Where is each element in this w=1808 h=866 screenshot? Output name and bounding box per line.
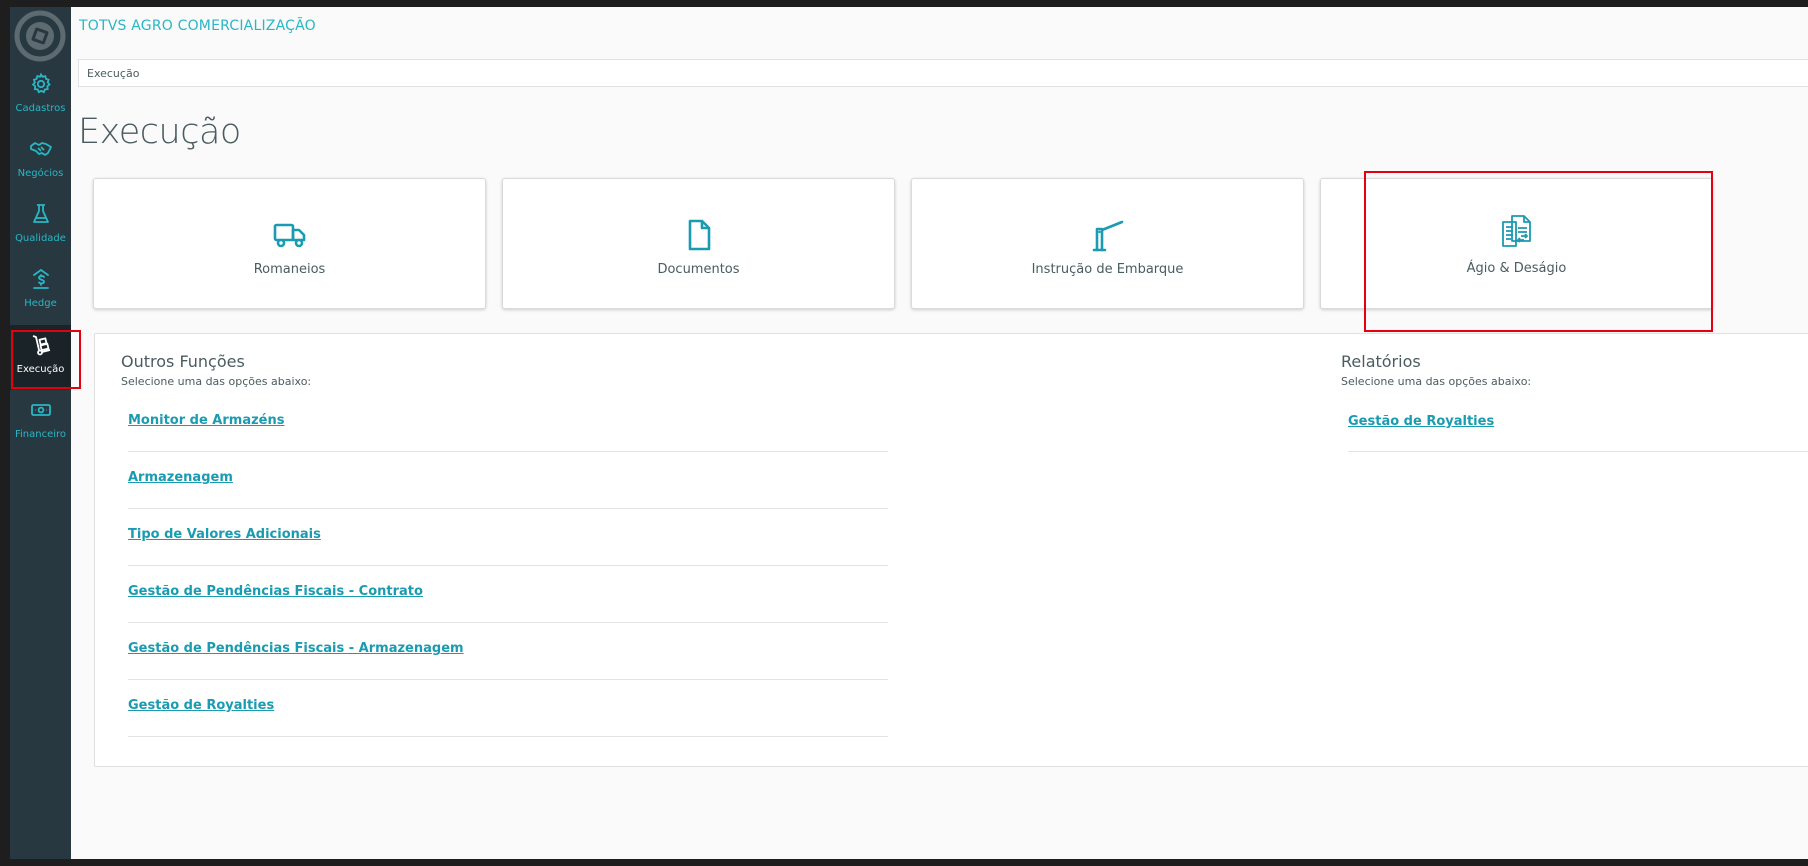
flask-icon bbox=[33, 204, 49, 223]
totvs-logo-icon[interactable] bbox=[14, 10, 66, 62]
breadcrumb: Execução bbox=[78, 59, 1808, 87]
link-tipo-de-valores-adicionais[interactable]: Tipo de Valores Adicionais bbox=[128, 527, 321, 542]
gear-icon bbox=[31, 72, 51, 94]
document-icon bbox=[688, 219, 710, 251]
sidebar-item-negocios[interactable]: Negócios bbox=[10, 129, 71, 194]
section-subtitle-outros: Selecione uma das opções abaixo: bbox=[121, 375, 312, 388]
hedge-icon bbox=[33, 268, 49, 289]
card-instrucao-de-embarque[interactable]: Instrução de Embarque bbox=[911, 178, 1304, 309]
sidebar-item-label: Financeiro bbox=[14, 429, 67, 440]
card-documentos[interactable]: Documentos bbox=[502, 178, 895, 309]
sidebar-item-label: Hedge bbox=[24, 298, 57, 309]
card-romaneios[interactable]: Romaneios bbox=[93, 178, 486, 309]
link-gestao-de-royalties[interactable]: Gestão de Royalties bbox=[128, 698, 274, 713]
handshake-icon bbox=[30, 142, 52, 156]
sidebar-item-label: Negócios bbox=[17, 168, 64, 179]
list-item: Gestão de Royalties bbox=[1348, 405, 1808, 452]
link-relatorio-gestao-de-royalties[interactable]: Gestão de Royalties bbox=[1348, 414, 1494, 429]
list-item: Armazenagem bbox=[128, 452, 888, 509]
list-item: Gestão de Royalties bbox=[128, 680, 888, 737]
barrier-gate-icon bbox=[1092, 220, 1123, 252]
money-icon bbox=[31, 404, 51, 416]
link-monitor-de-armazens[interactable]: Monitor de Armazéns bbox=[128, 413, 284, 428]
list-item: Tipo de Valores Adicionais bbox=[128, 509, 888, 566]
sidebar-item-cadastros[interactable]: Cadastros bbox=[10, 64, 71, 129]
sidebar-item-qualidade[interactable]: Qualidade bbox=[10, 194, 71, 259]
list-item: Monitor de Armazéns bbox=[128, 395, 888, 452]
sidebar-item-label: Cadastros bbox=[15, 103, 66, 114]
truck-icon bbox=[273, 223, 305, 248]
breadcrumb-item[interactable]: Execução bbox=[87, 67, 139, 80]
section-title-outros: Outros Funções bbox=[121, 352, 245, 371]
sidebar-item-hedge[interactable]: Hedge bbox=[10, 259, 71, 324]
card-label: Documentos bbox=[657, 262, 740, 277]
sidebar-item-label: Qualidade bbox=[15, 233, 66, 244]
sidebar-item-financeiro[interactable]: Financeiro bbox=[10, 390, 71, 455]
sidebar: Cadastros Negócios Qualidade Hedge Execu… bbox=[10, 7, 71, 859]
list-item: Gestão de Pendências Fiscais - Armazenag… bbox=[128, 623, 888, 680]
main-content: TOTVS AGRO COMERCIALIZAÇÃO Execução Exec… bbox=[71, 7, 1808, 859]
card-label: Instrução de Embarque bbox=[1031, 262, 1184, 277]
section-title-relatorios: Relatórios bbox=[1341, 352, 1421, 371]
section-subtitle-relatorios: Selecione uma das opções abaixo: bbox=[1341, 375, 1532, 388]
list-item: Gestão de Pendências Fiscais - Contrato bbox=[128, 566, 888, 623]
link-gestao-pendencias-armazenagem[interactable]: Gestão de Pendências Fiscais - Armazenag… bbox=[128, 641, 464, 656]
card-label: Ágio & Deságio bbox=[1466, 261, 1567, 276]
page-title: Execução bbox=[78, 112, 241, 152]
card-agio-desagio[interactable]: Ágio & Deságio bbox=[1320, 178, 1713, 309]
app-title: TOTVS AGRO COMERCIALIZAÇÃO bbox=[79, 18, 316, 34]
card-label: Romaneios bbox=[253, 262, 326, 277]
link-gestao-pendencias-contrato[interactable]: Gestão de Pendências Fiscais - Contrato bbox=[128, 584, 423, 599]
files-exchange-icon bbox=[1501, 215, 1531, 247]
link-armazenagem[interactable]: Armazenagem bbox=[128, 470, 233, 485]
app-window: Cadastros Negócios Qualidade Hedge Execu… bbox=[10, 7, 1808, 859]
